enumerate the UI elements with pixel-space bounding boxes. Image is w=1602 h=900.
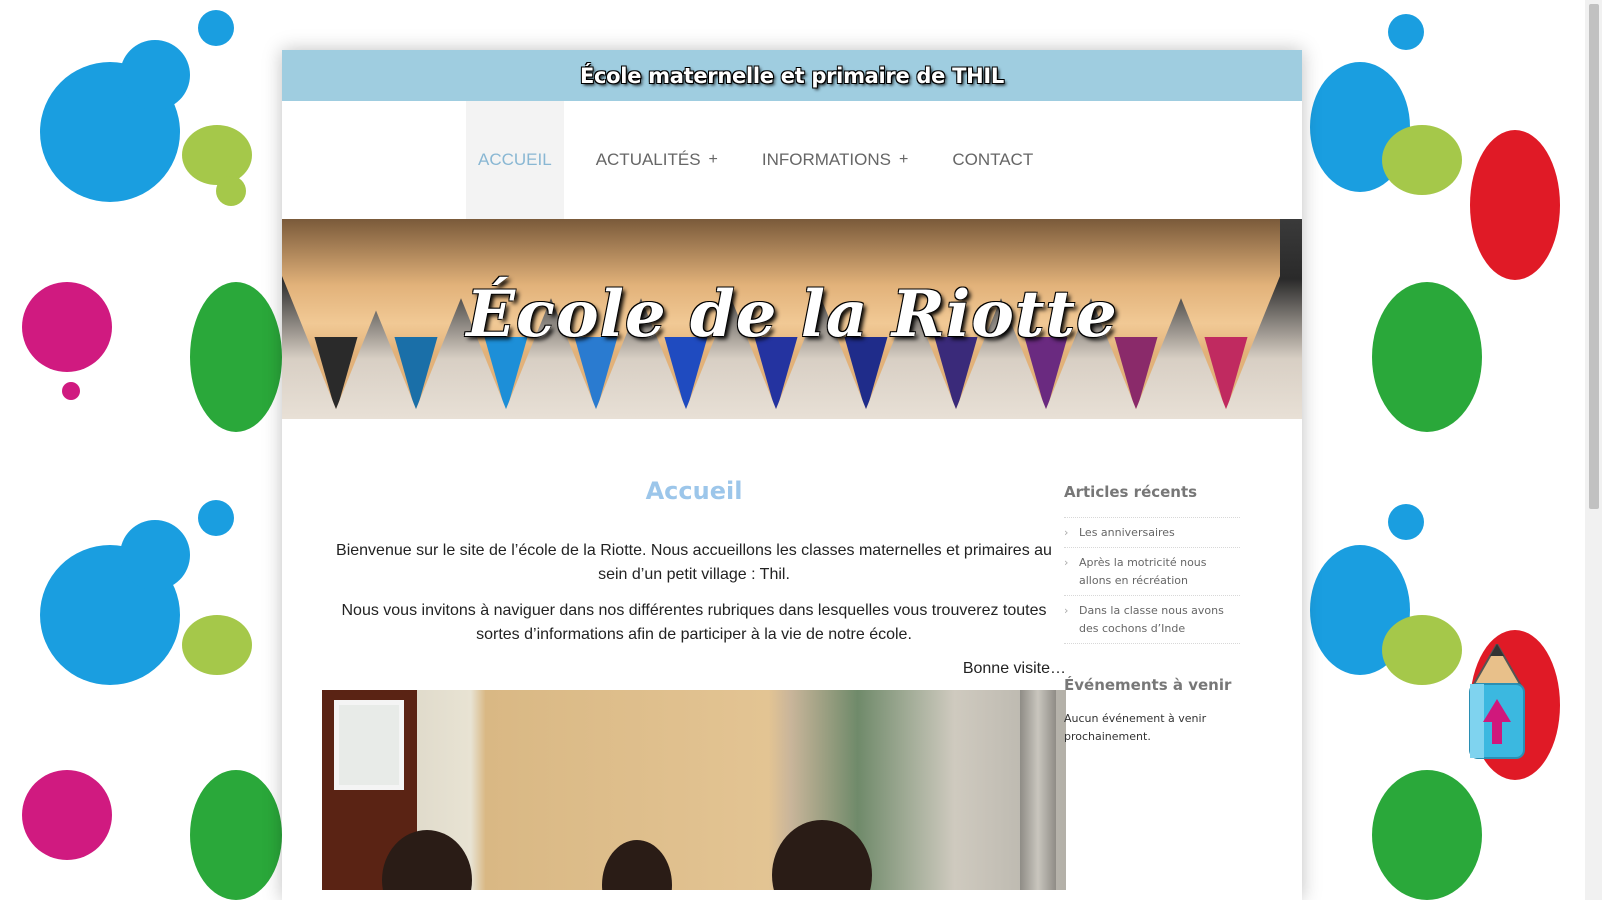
- chevron-right-icon: ›: [1064, 604, 1069, 617]
- main-content: Accueil Bienvenue sur le site de l’école…: [322, 419, 1066, 890]
- photo-pillar: [1020, 690, 1056, 890]
- list-item[interactable]: › Les anniversaires: [1064, 518, 1240, 548]
- page-title: Accueil: [645, 477, 743, 505]
- school-photo: [322, 690, 1066, 890]
- invitation-paragraph: Nous vous invitons à naviguer dans nos d…: [341, 602, 1047, 643]
- nav-item-label: ACCUEIL: [478, 150, 552, 169]
- article-link[interactable]: Les anniversaires: [1079, 524, 1175, 542]
- signoff-text: Bonne visite…: [962, 660, 1066, 677]
- vertical-scrollbar[interactable]: [1585, 0, 1602, 900]
- banner-image: École de la Riotte: [282, 219, 1302, 419]
- page-container: École maternelle et primaire de THIL ACC…: [282, 50, 1302, 900]
- upcoming-events-heading: Événements à venir: [1064, 676, 1232, 694]
- nav-item-label: INFORMATIONS: [761, 150, 891, 169]
- photo-child: [772, 820, 872, 890]
- nav-item-label: CONTACT: [952, 150, 1034, 169]
- site-header-title: École maternelle et primaire de THIL: [579, 63, 1005, 88]
- sidebar: Articles récents › Les anniversaires › A…: [1064, 419, 1240, 746]
- scroll-to-top-button[interactable]: [1464, 641, 1530, 764]
- article-link[interactable]: Dans la classe nous avons des cochons d’…: [1079, 602, 1240, 638]
- banner-title: École de la Riotte: [466, 277, 1118, 352]
- scrollbar-thumb[interactable]: [1589, 4, 1599, 509]
- recent-articles-list: › Les anniversaires › Après la motricité…: [1064, 517, 1240, 644]
- list-item[interactable]: › Dans la classe nous avons des cochons …: [1064, 596, 1240, 644]
- chevron-right-icon: ›: [1064, 556, 1069, 569]
- photo-window: [334, 700, 404, 790]
- top-header-bar: École maternelle et primaire de THIL: [282, 50, 1302, 101]
- list-item[interactable]: › Après la motricité nous allons en récr…: [1064, 548, 1240, 596]
- upcoming-events-text: Aucun événement à venir prochainement.: [1064, 712, 1207, 743]
- content-area: Accueil Bienvenue sur le site de l’école…: [282, 419, 1302, 899]
- pencil-arrow-up-icon: [1469, 641, 1525, 759]
- chevron-right-icon: ›: [1064, 526, 1069, 539]
- nav-item-actualites[interactable]: ACTUALITÉS +: [584, 101, 730, 219]
- nav-item-label: ACTUALITÉS: [595, 150, 701, 169]
- nav-item-informations[interactable]: INFORMATIONS +: [750, 101, 920, 219]
- submenu-plus-icon: +: [898, 151, 909, 168]
- main-navigation: ACCUEIL ACTUALITÉS + INFORMATIONS + CONT…: [282, 101, 1302, 219]
- nav-item-contact[interactable]: CONTACT: [940, 101, 1045, 219]
- article-link[interactable]: Après la motricité nous allons en récréa…: [1079, 554, 1240, 590]
- recent-articles-heading: Articles récents: [1064, 483, 1198, 501]
- submenu-plus-icon: +: [708, 151, 718, 168]
- photo-child: [602, 840, 672, 890]
- welcome-paragraph: Bienvenue sur le site de l’école de la R…: [336, 542, 1052, 583]
- nav-item-accueil[interactable]: ACCUEIL: [466, 101, 564, 219]
